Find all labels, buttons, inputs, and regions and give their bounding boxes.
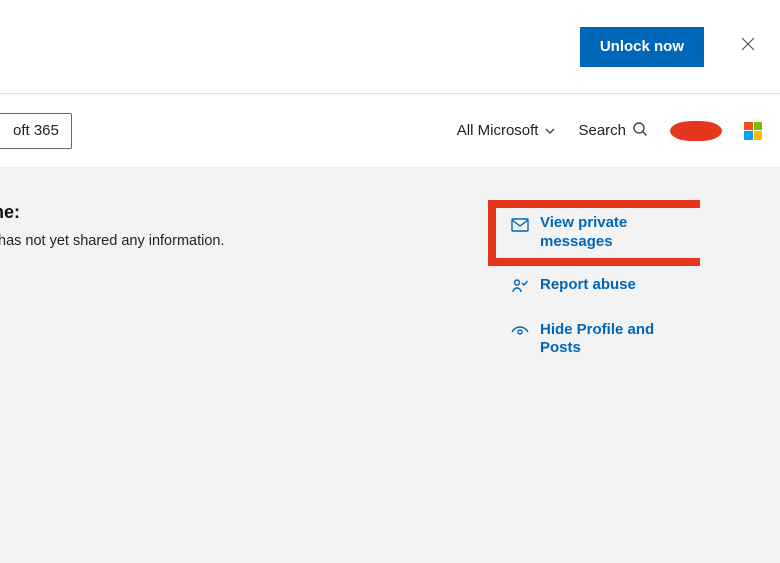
- search-icon: [632, 121, 648, 141]
- product-button[interactable]: oft 365: [0, 113, 72, 149]
- microsoft-logo-icon[interactable]: [744, 122, 762, 140]
- close-icon[interactable]: [738, 36, 758, 57]
- profile-actions: View private messages Report abuse Hide …: [510, 214, 690, 382]
- nav-bar: oft 365 All Microsoft Search: [0, 94, 780, 168]
- about-me-text: has not yet shared any information.: [0, 233, 225, 249]
- envelope-icon: [510, 215, 530, 235]
- eye-icon: [510, 322, 530, 342]
- report-abuse-icon: [510, 277, 530, 297]
- all-microsoft-label: All Microsoft: [457, 122, 539, 139]
- unlock-now-button[interactable]: Unlock now: [580, 27, 704, 67]
- content-area: ut me: has not yet shared any informatio…: [0, 168, 780, 563]
- product-label: oft 365: [0, 122, 59, 139]
- top-banner: Unlock now: [0, 0, 780, 94]
- redacted-user: [670, 121, 722, 141]
- search-label: Search: [578, 122, 626, 139]
- view-private-messages-label: View private messages: [540, 214, 690, 252]
- report-abuse-link[interactable]: Report abuse: [510, 276, 690, 297]
- view-private-messages-link[interactable]: View private messages: [510, 214, 690, 252]
- chevron-down-icon: [544, 125, 556, 137]
- hide-profile-link[interactable]: Hide Profile and Posts: [510, 321, 690, 359]
- all-microsoft-menu[interactable]: All Microsoft: [457, 122, 557, 139]
- search-button[interactable]: Search: [578, 121, 648, 141]
- hide-profile-label: Hide Profile and Posts: [540, 321, 690, 359]
- report-abuse-label: Report abuse: [540, 276, 636, 295]
